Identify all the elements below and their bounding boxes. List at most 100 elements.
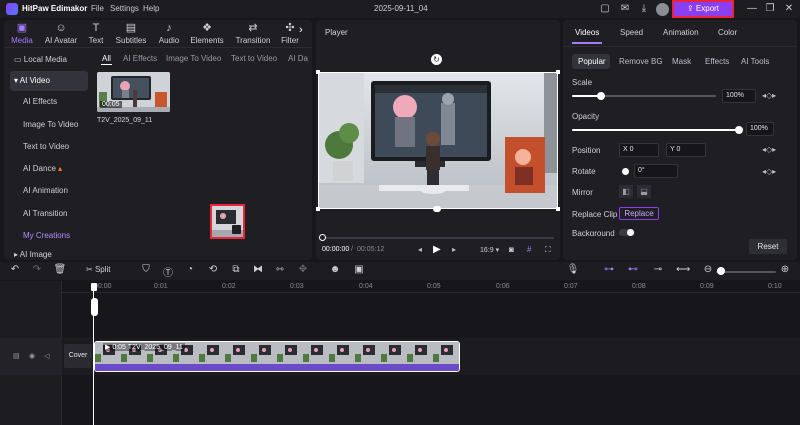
- sidebar-item-ai-video[interactable]: ▾ AI Video: [10, 71, 88, 91]
- menu-file[interactable]: File: [91, 4, 104, 13]
- video-preview[interactable]: [318, 72, 558, 209]
- position-keyframe-icon[interactable]: ◂◇▸: [762, 145, 776, 154]
- speed-icon[interactable]: ◔: [183, 264, 197, 275]
- resize-handle[interactable]: [316, 207, 320, 211]
- sidebar-item-ai-image[interactable]: ▸ AI Image: [10, 248, 88, 260]
- sidebar-item-ai-effects[interactable]: AI Effects: [10, 92, 88, 112]
- rotate-dial-icon[interactable]: [622, 168, 629, 175]
- player-progress-knob[interactable]: [319, 234, 326, 241]
- reverse-icon[interactable]: ⟲: [206, 264, 220, 275]
- subtab-remove-bg[interactable]: Remove BG: [619, 57, 663, 66]
- previous-frame-icon[interactable]: ◂: [418, 245, 422, 254]
- download-icon[interactable]: ⤓: [637, 2, 651, 16]
- tabs-scroll-right-icon[interactable]: ›: [299, 24, 303, 36]
- reset-button[interactable]: Reset: [749, 239, 787, 254]
- export-button[interactable]: ⇪ Export: [672, 0, 734, 18]
- subtab-image-to-video[interactable]: Image To Video: [166, 54, 221, 63]
- snapshot-icon[interactable]: ◙: [509, 245, 514, 254]
- undo-icon[interactable]: ↶: [8, 264, 22, 275]
- position-x-input[interactable]: X 0: [619, 143, 659, 157]
- scale-value-input[interactable]: 100%: [722, 89, 756, 103]
- sidebar-item-my-creations[interactable]: My Creations: [10, 226, 88, 246]
- tab-videos[interactable]: Videos: [575, 28, 599, 37]
- subtab-mask[interactable]: Mask: [672, 57, 691, 66]
- sticker-icon[interactable]: ▣: [352, 264, 366, 275]
- sidebar-item-ai-animation[interactable]: AI Animation: [10, 181, 88, 201]
- resize-handle[interactable]: [316, 70, 320, 74]
- resize-handle[interactable]: [556, 70, 560, 74]
- play-icon[interactable]: ▶: [433, 244, 441, 255]
- shield-icon[interactable]: ⛉: [139, 264, 153, 275]
- playhead-handle[interactable]: [91, 283, 97, 291]
- tab-animation[interactable]: Animation: [663, 28, 699, 37]
- fit-icon[interactable]: ⟷: [676, 264, 690, 275]
- resize-handle[interactable]: [556, 207, 560, 211]
- dragged-media-thumbnail[interactable]: [210, 204, 245, 239]
- track-mute-icon[interactable]: ◁: [44, 352, 49, 360]
- zoom-slider-track[interactable]: [716, 271, 776, 273]
- scale-slider-knob[interactable]: [597, 92, 605, 100]
- subtab-ai-tools[interactable]: AI Tools: [741, 57, 769, 66]
- tab-filter[interactable]: ✣ Filter: [280, 22, 300, 45]
- mirror-icon[interactable]: ⧓: [251, 264, 265, 275]
- grid-icon[interactable]: #: [527, 245, 531, 254]
- subtab-text-to-video[interactable]: Text to Video: [231, 54, 277, 63]
- maximize-icon[interactable]: ❐: [763, 2, 777, 16]
- split-button[interactable]: ✂ Split: [86, 265, 111, 274]
- tab-audio[interactable]: ♪ Audio: [156, 22, 182, 45]
- crop-icon[interactable]: ⧉: [229, 264, 243, 275]
- subtab-ai-effects[interactable]: AI Effects: [123, 54, 157, 63]
- sidebar-item-ai-dance[interactable]: AI Dance ▴: [10, 159, 88, 179]
- opacity-value-input[interactable]: 100%: [746, 122, 774, 136]
- ai-face-icon[interactable]: ☻: [328, 264, 342, 275]
- zoom-slider-knob[interactable]: [717, 267, 725, 275]
- rotate-handle-icon[interactable]: ↻: [431, 54, 442, 65]
- tab-color[interactable]: Color: [718, 28, 737, 37]
- sidebar-item-text-to-video[interactable]: Text to Video: [10, 137, 88, 157]
- text-box-icon[interactable]: Ⓣ: [161, 264, 175, 279]
- subtab-effects[interactable]: Effects: [705, 57, 729, 66]
- zoom-in-icon[interactable]: ⊕: [778, 264, 792, 275]
- redo-icon[interactable]: ↷: [30, 264, 44, 275]
- sidebar-item-ai-transition[interactable]: AI Transition: [10, 204, 88, 224]
- next-frame-icon[interactable]: ▸: [452, 245, 456, 254]
- center-anchor[interactable]: [433, 206, 441, 212]
- player-progress-track[interactable]: [322, 237, 554, 239]
- aspect-ratio-select[interactable]: 16:9 ▾: [480, 246, 499, 254]
- flip-vertical-icon[interactable]: ⬓: [637, 185, 651, 198]
- link-icon[interactable]: ⊶: [602, 264, 616, 275]
- rotate-value-input[interactable]: 0°: [634, 164, 678, 178]
- microphone-icon[interactable]: 🎙: [566, 264, 580, 275]
- sidebar-item-image-to-video[interactable]: Image To Video: [10, 115, 88, 135]
- rotate-keyframe-icon[interactable]: ◂◇▸: [762, 167, 776, 176]
- tab-transition[interactable]: ⇄ Transition: [233, 22, 273, 45]
- track-visibility-icon[interactable]: ◉: [29, 352, 35, 360]
- subtab-ai-dance[interactable]: AI Da: [288, 54, 310, 63]
- tab-media[interactable]: ▣ Media: [8, 22, 36, 45]
- zoom-out-icon[interactable]: ⊖: [701, 264, 715, 275]
- avatar[interactable]: [656, 3, 669, 16]
- tab-text[interactable]: T Text: [86, 22, 106, 45]
- scale-keyframe-icon[interactable]: ◂◇▸: [762, 91, 776, 100]
- split-track-icon[interactable]: ⊸: [651, 264, 665, 275]
- subtab-all[interactable]: All: [102, 54, 111, 63]
- menu-help[interactable]: Help: [143, 4, 159, 13]
- freeze-icon[interactable]: ⇿: [273, 264, 287, 275]
- tab-elements[interactable]: ❖ Elements: [189, 22, 225, 45]
- sidebar-item-local-media[interactable]: ▭ Local Media: [10, 50, 88, 70]
- message-icon[interactable]: ✉: [618, 2, 632, 16]
- tab-speed[interactable]: Speed: [620, 28, 643, 37]
- move-icon[interactable]: ✥: [296, 264, 310, 275]
- cover-button[interactable]: Cover: [64, 344, 92, 368]
- menu-settings[interactable]: Settings: [110, 4, 139, 13]
- background-toggle[interactable]: [619, 229, 635, 236]
- replace-button[interactable]: Replace: [619, 207, 659, 220]
- flip-horizontal-icon[interactable]: ◧: [619, 185, 633, 198]
- position-y-input[interactable]: Y 0: [666, 143, 706, 157]
- fullscreen-icon[interactable]: ⛶: [545, 245, 551, 255]
- close-icon[interactable]: ✕: [782, 2, 796, 16]
- delete-icon[interactable]: 🗑: [53, 264, 67, 275]
- tab-subtitles[interactable]: ▤ Subtitles: [113, 22, 149, 45]
- snap-icon[interactable]: ⊷: [626, 264, 640, 275]
- minimize-icon[interactable]: —: [745, 2, 759, 16]
